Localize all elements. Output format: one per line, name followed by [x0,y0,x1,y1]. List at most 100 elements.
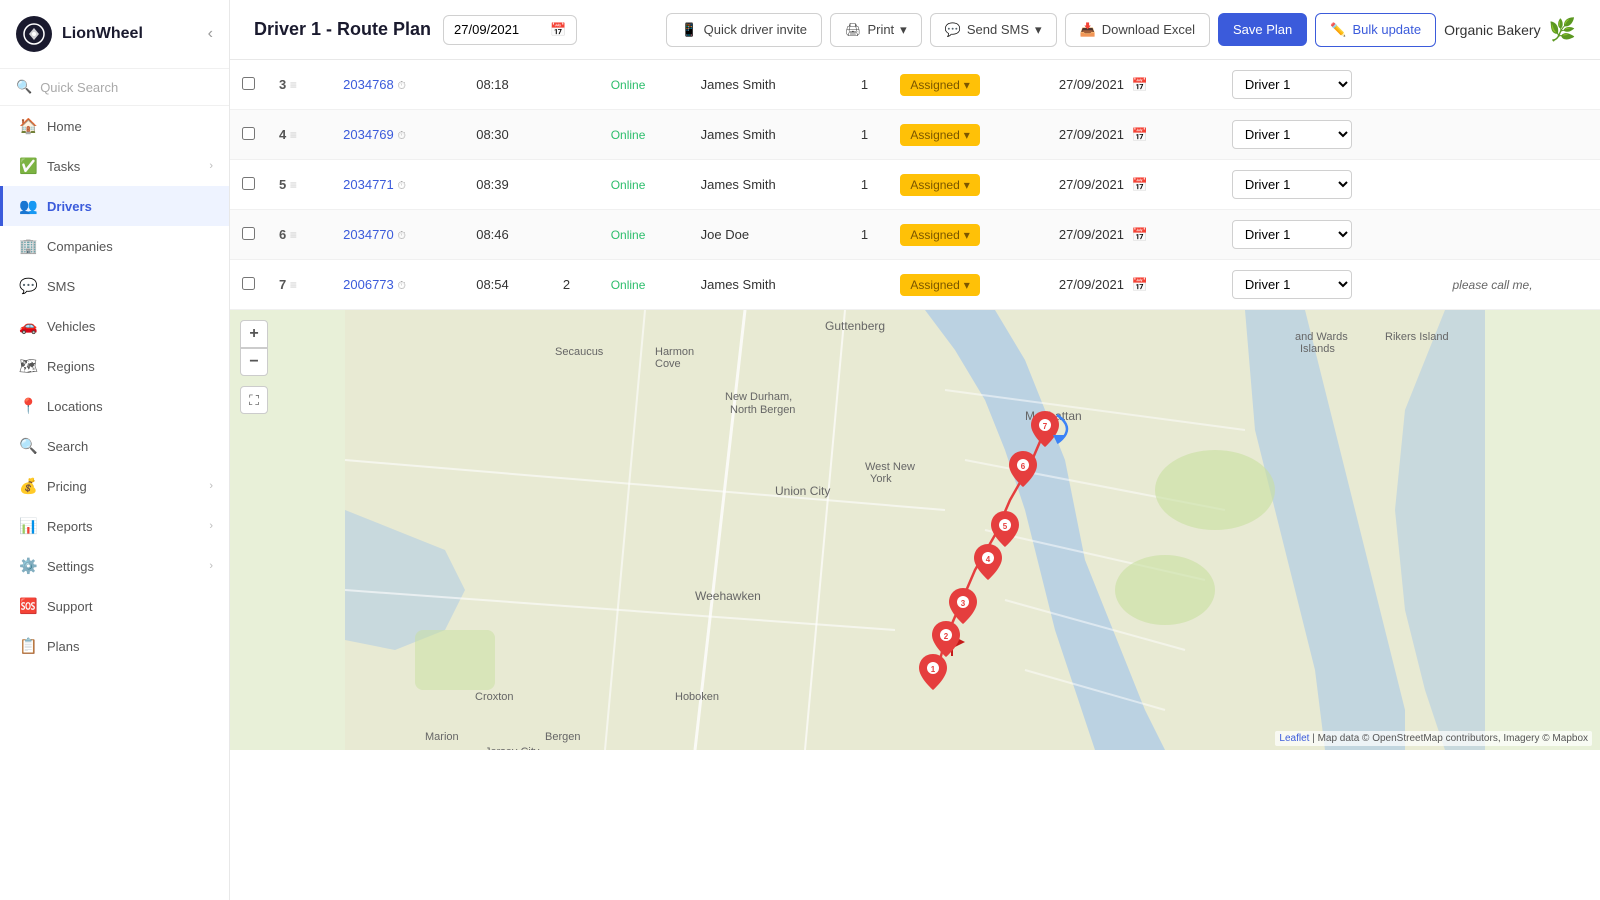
note-cell [1441,110,1600,160]
svg-text:York: York [870,473,892,485]
note-value: please call me, [1453,278,1533,292]
calendar-cell-icon[interactable]: 📅 [1132,127,1148,142]
sidebar-item-settings[interactable]: ⚙️ Settings › [0,546,229,586]
drag-handle-icon[interactable]: ≡ [290,78,297,92]
badge-cell: Assigned ▾ [888,110,1046,160]
row-checkbox[interactable] [242,277,255,290]
customer-name: James Smith [701,77,776,92]
download-excel-button[interactable]: 📥 Download Excel [1065,13,1210,47]
date-picker[interactable]: 📅 [443,15,577,45]
zoom-in-button[interactable]: + [240,320,268,348]
sidebar-item-companies[interactable]: 🏢 Companies [0,226,229,266]
svg-text:4: 4 [986,555,991,564]
bulk-update-button[interactable]: ✏️ Bulk update [1315,13,1436,47]
driver-select-cell: Driver 1 [1220,260,1441,310]
send-sms-button[interactable]: 💬 Send SMS ▾ [930,13,1057,47]
table-body: 3 ≡ 2034768 ⏱ 08:18 Online James Smith 1 [230,60,1600,310]
svg-text:5: 5 [1003,522,1008,531]
assigned-badge[interactable]: Assigned ▾ [900,224,979,246]
order-link[interactable]: 2034768 [343,77,394,92]
sidebar-collapse-button[interactable]: ‹ [208,25,213,43]
packages-cell [841,260,889,310]
time-cell: 08:30 [464,110,551,160]
calendar-icon[interactable]: 📅 [550,22,566,38]
drag-handle-icon[interactable]: ≡ [290,178,297,192]
assigned-badge[interactable]: Assigned ▾ [900,174,979,196]
driver-select[interactable]: Driver 1 [1232,120,1352,149]
order-link[interactable]: 2034770 [343,227,394,242]
order-link[interactable]: 2006773 [343,277,394,292]
nav-label-settings: Settings [47,559,94,574]
leaflet-link[interactable]: Leaflet [1279,733,1309,744]
vehicles-icon: 🚗 [19,317,37,335]
row-checkbox-cell [230,260,267,310]
quick-driver-invite-button[interactable]: 📱 Quick driver invite [666,13,822,47]
svg-text:Union City: Union City [775,484,830,498]
sidebar-item-vehicles[interactable]: 🚗 Vehicles [0,306,229,346]
sidebar-item-tasks[interactable]: ✅ Tasks › [0,146,229,186]
clock-icon: ⏱ [397,80,406,92]
sidebar-item-home[interactable]: 🏠 Home [0,106,229,146]
print-dropdown-icon: ▾ [900,22,907,38]
sidebar-item-drivers[interactable]: 👥 Drivers [0,186,229,226]
sidebar-item-support[interactable]: 🆘 Support [0,586,229,626]
clock-icon: ⏱ [397,180,406,192]
sidebar-item-locations[interactable]: 📍 Locations [0,386,229,426]
sidebar-item-pricing[interactable]: 💰 Pricing › [0,466,229,506]
assigned-badge[interactable]: Assigned ▾ [900,124,979,146]
sidebar-item-reports[interactable]: 📊 Reports › [0,506,229,546]
calendar-cell-icon[interactable]: 📅 [1132,177,1148,192]
print-button[interactable]: 🖨 Print ▾ [830,13,922,47]
sidebar-search[interactable]: 🔍 Quick Search [0,69,229,106]
order-link[interactable]: 2034769 [343,127,394,142]
status-value: Online [611,128,646,142]
drag-handle-icon[interactable]: ≡ [290,278,297,292]
row-checkbox[interactable] [242,227,255,240]
row-number: 4 [279,127,286,142]
order-link[interactable]: 2034771 [343,177,394,192]
app-name: LionWheel [62,25,143,43]
pricing-arrow-icon: › [209,480,213,492]
row-checkbox-cell [230,160,267,210]
packages-cell: 1 [841,210,889,260]
sidebar-item-regions[interactable]: 🗺 Regions [0,346,229,386]
zoom-out-button[interactable]: − [240,348,268,376]
driver-select[interactable]: Driver 1 [1232,70,1352,99]
driver-select[interactable]: Driver 1 [1232,220,1352,249]
driver-select[interactable]: Driver 1 [1232,170,1352,199]
customer-name-cell: James Smith [689,260,841,310]
fullscreen-button[interactable]: ⛶ [240,386,268,414]
date-cell: 27/09/2021 📅 [1047,110,1220,160]
packages-value: 1 [861,127,868,142]
sidebar-item-sms[interactable]: 💬 SMS [0,266,229,306]
assigned-badge[interactable]: Assigned ▾ [900,74,979,96]
date-cell: 27/09/2021 📅 [1047,160,1220,210]
sidebar-item-plans[interactable]: 📋 Plans [0,626,229,666]
calendar-cell-icon[interactable]: 📅 [1132,227,1148,242]
date-input[interactable] [454,22,544,37]
drag-handle-icon[interactable]: ≡ [290,128,297,142]
map-attribution: Leaflet | Map data © OpenStreetMap contr… [1275,731,1592,746]
row-number: 6 [279,227,286,242]
calendar-cell-icon[interactable]: 📅 [1132,277,1148,292]
calendar-cell-icon[interactable]: 📅 [1132,77,1148,92]
row-checkbox[interactable] [242,177,255,190]
customer-name: James Smith [701,127,776,142]
customer-name: James Smith [701,177,776,192]
save-plan-button[interactable]: Save Plan [1218,13,1307,46]
svg-text:3: 3 [961,599,966,608]
assigned-badge[interactable]: Assigned ▾ [900,274,979,296]
sidebar-item-search[interactable]: 🔍 Search [0,426,229,466]
badge-cell: Assigned ▾ [888,260,1046,310]
row-checkbox[interactable] [242,77,255,90]
badge-dropdown-icon: ▾ [964,128,970,142]
drag-handle-icon[interactable]: ≡ [290,228,297,242]
svg-text:7: 7 [1043,422,1048,431]
driver-select[interactable]: Driver 1 [1232,270,1352,299]
row-checkbox[interactable] [242,127,255,140]
print-icon: 🖨 [845,22,862,38]
clock-icon: ⏱ [397,230,406,242]
note-cell: please call me, [1441,260,1600,310]
home-icon: 🏠 [19,117,37,135]
svg-text:West New: West New [865,461,915,473]
